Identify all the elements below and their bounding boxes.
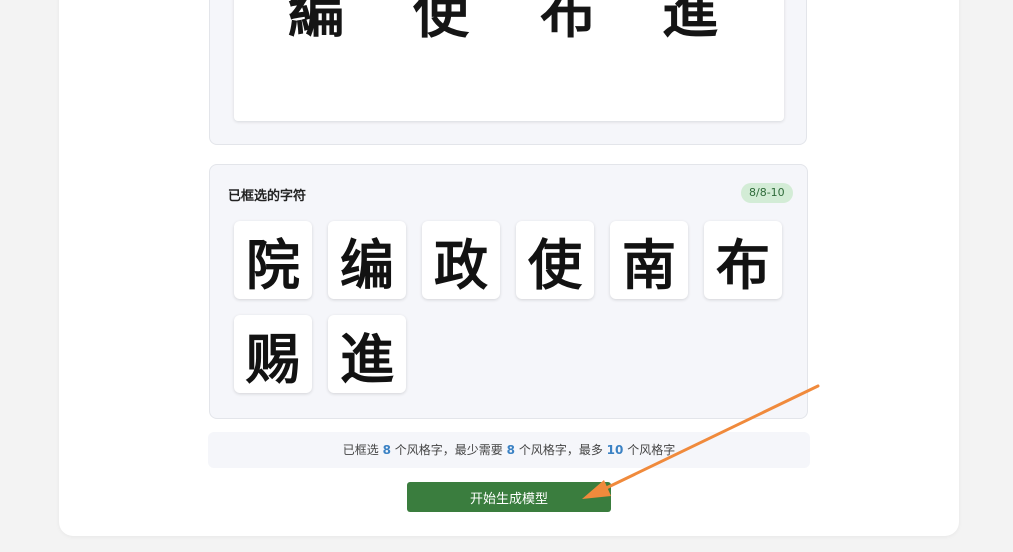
character-tile[interactable]: 布 [704, 221, 782, 299]
selected-count: 8 [382, 443, 391, 457]
character-tile[interactable]: 南 [610, 221, 688, 299]
min-count: 8 [506, 443, 515, 457]
selection-info-bar: 已框选 8 个风格字，最少需要 8 个风格字，最多 10 个风格字 [208, 432, 810, 468]
info-text: 个风格字，最少需要 [394, 443, 503, 457]
preview-char: 編 [288, 0, 344, 46]
preview-char: 使 [413, 0, 469, 46]
preview-char: 布 [540, 0, 596, 46]
max-count: 10 [606, 443, 624, 457]
start-generate-model-button[interactable]: 开始生成模型 [407, 482, 611, 512]
character-tile[interactable]: 進 [328, 315, 406, 393]
character-tile[interactable]: 院 [234, 221, 312, 299]
info-text: 个风格字，最多 [518, 443, 603, 457]
info-text: 已框选 [342, 443, 379, 457]
selection-count-badge: 8/8-10 [741, 183, 793, 203]
character-tile[interactable]: 赐 [234, 315, 312, 393]
info-text: 个风格字 [627, 443, 676, 457]
character-tile[interactable]: 使 [516, 221, 594, 299]
character-tile[interactable]: 政 [422, 221, 500, 299]
preview-canvas: 編 使 布 進 [234, 0, 784, 121]
character-tile[interactable]: 编 [328, 221, 406, 299]
preview-char: 進 [662, 0, 718, 46]
selected-characters-title: 已框选的字符 [228, 189, 307, 204]
